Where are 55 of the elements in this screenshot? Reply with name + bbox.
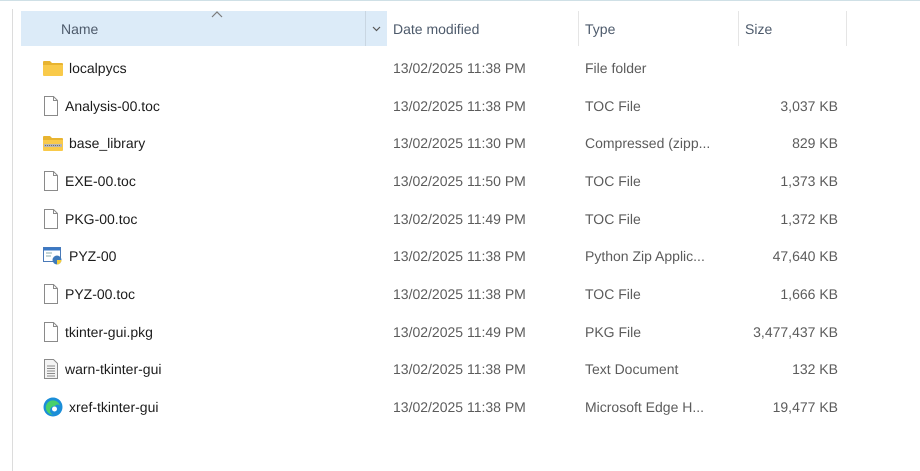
date-modified: 13/02/2025 11:49 PM [392,324,527,340]
column-header[interactable]: Type [579,11,739,46]
column-header[interactable]: Name [21,11,387,46]
date-modified: 13/02/2025 11:38 PM [392,60,527,76]
file-type: TOC File [584,210,642,227]
file-name[interactable]: PYZ-00.toc [65,286,136,302]
file-type: Python Zip Applic... [584,248,706,264]
text-file-icon [43,359,59,380]
date-modified: 13/02/2025 11:38 PM [392,286,527,302]
date-modified: 13/02/2025 11:49 PM [392,210,527,227]
date-modified: 13/02/2025 11:50 PM [392,172,527,189]
file-type: TOC File [584,98,642,114]
file-icon [43,322,59,342]
file-name[interactable]: xref-tkinter-gui [69,399,158,416]
file-name[interactable]: localpycs [69,60,127,76]
chevron-down-icon [372,26,380,32]
file-size: 3,477,437 KB [752,324,839,340]
date-modified: 13/02/2025 11:38 PM [392,361,527,378]
file-name[interactable]: PKG-00.toc [65,210,138,227]
date-modified: 13/02/2025 11:38 PM [392,248,527,264]
file-size: 1,373 KB [779,172,839,189]
file-type: TOC File [584,286,642,302]
file-icon [43,208,59,229]
date-modified: 13/02/2025 11:30 PM [392,135,527,152]
browser-icon [43,397,63,418]
date-modified: 13/02/2025 11:38 PM [392,98,527,114]
file-size: 47,640 KB [772,248,839,264]
file-name[interactable]: tkinter-gui.pkg [65,324,153,340]
file-size: 829 KB [791,135,839,152]
file-name[interactable]: base_library [69,135,146,152]
file-size: 1,372 KB [779,210,839,227]
file-type: Microsoft Edge H... [584,399,706,416]
python-app-icon [43,246,63,266]
folder-icon [43,60,63,76]
column-header[interactable]: Size [739,11,847,46]
file-size: 1,666 KB [779,286,839,302]
file-type: TOC File [584,172,642,189]
file-type: Compressed (zipp... [584,135,712,152]
column-header[interactable]: Date modified [387,11,579,46]
file-type: File folder [584,60,648,76]
file-name[interactable]: PYZ-00 [69,248,116,264]
date-modified: 13/02/2025 11:38 PM [392,399,527,416]
file-icon [43,170,59,191]
file-type: PKG File [584,324,642,340]
file-size: 132 KB [791,361,839,378]
file-name[interactable]: Analysis-00.toc [65,98,160,114]
file-size: 3,037 KB [779,98,839,114]
file-icon [43,284,59,304]
file-icon [43,96,59,116]
zip-folder-icon [43,135,63,152]
file-name[interactable]: EXE-00.toc [65,172,136,189]
file-name[interactable]: warn-tkinter-gui [65,361,162,378]
sort-caret-icon [211,10,223,18]
file-size: 19,477 KB [772,399,839,416]
file-type: Text Document [584,361,680,378]
